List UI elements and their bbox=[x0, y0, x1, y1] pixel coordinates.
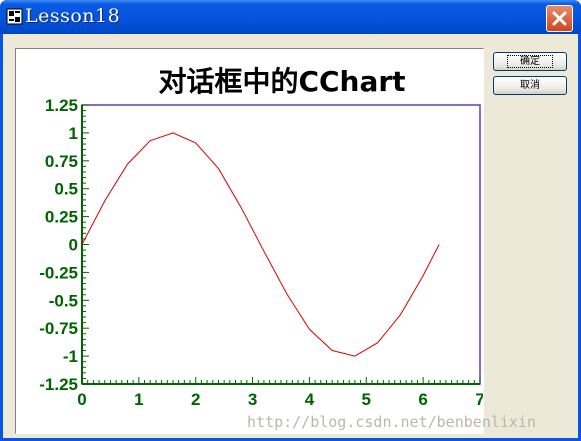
y-tick-label: 1 bbox=[69, 124, 78, 143]
y-tick-label: 1.25 bbox=[45, 96, 78, 115]
x-tick-label: 7 bbox=[475, 390, 483, 409]
y-tick-label: -0.75 bbox=[39, 319, 78, 338]
y-tick-label: -0.25 bbox=[39, 263, 78, 282]
cancel-button-label: 取消 bbox=[520, 80, 540, 91]
x-tick-label: 2 bbox=[191, 390, 200, 409]
cancel-button[interactable]: 取消 bbox=[493, 76, 567, 95]
ok-button-label: 确定 bbox=[507, 55, 553, 68]
x-tick-label: 4 bbox=[305, 390, 315, 409]
y-tick-label: -1 bbox=[63, 347, 78, 366]
y-tick-label: 0.25 bbox=[45, 208, 78, 227]
y-tick-label: -1.25 bbox=[39, 375, 78, 394]
watermark: http://blog.csdn.net/benbenlixin bbox=[247, 413, 536, 431]
y-tick-label: -0.5 bbox=[49, 291, 78, 310]
plot-border bbox=[81, 104, 481, 385]
dialog-window: Lesson18 对话框中的CChart 0 1 2 3 4 5 6 7 1.25 1 0.75 0.5… bbox=[0, 0, 581, 441]
y-tick-label: 0 bbox=[69, 236, 78, 255]
y-tick-label: 0.75 bbox=[45, 152, 78, 171]
title-bar[interactable]: Lesson18 bbox=[0, 0, 581, 34]
x-tick-label: 0 bbox=[77, 390, 86, 409]
ok-button[interactable]: 确定 bbox=[493, 52, 567, 71]
chart: 对话框中的CChart 0 1 2 3 4 5 6 7 1.25 1 0.75 0.5 0.25 0 -0.2… bbox=[39, 65, 483, 409]
y-tick-label: 0.5 bbox=[54, 180, 78, 199]
chart-title: 对话框中的CChart bbox=[158, 65, 405, 98]
series-line bbox=[81, 132, 440, 357]
x-tick-label: 1 bbox=[134, 390, 143, 409]
window-title: Lesson18 bbox=[25, 5, 121, 27]
x-tick-label: 5 bbox=[362, 390, 371, 409]
x-tick-label: 6 bbox=[418, 390, 427, 409]
dialog-client-area: 对话框中的CChart 0 1 2 3 4 5 6 7 1.25 1 0.75 0.5 0.25 0 -0.2… bbox=[3, 34, 578, 438]
x-tick-label: 3 bbox=[248, 390, 257, 409]
app-icon bbox=[6, 8, 23, 25]
chart-frame: 对话框中的CChart 0 1 2 3 4 5 6 7 1.25 1 0.75 0.5 0.25 0 -0.2… bbox=[15, 48, 484, 434]
close-button[interactable] bbox=[546, 5, 573, 32]
close-icon bbox=[552, 11, 567, 26]
